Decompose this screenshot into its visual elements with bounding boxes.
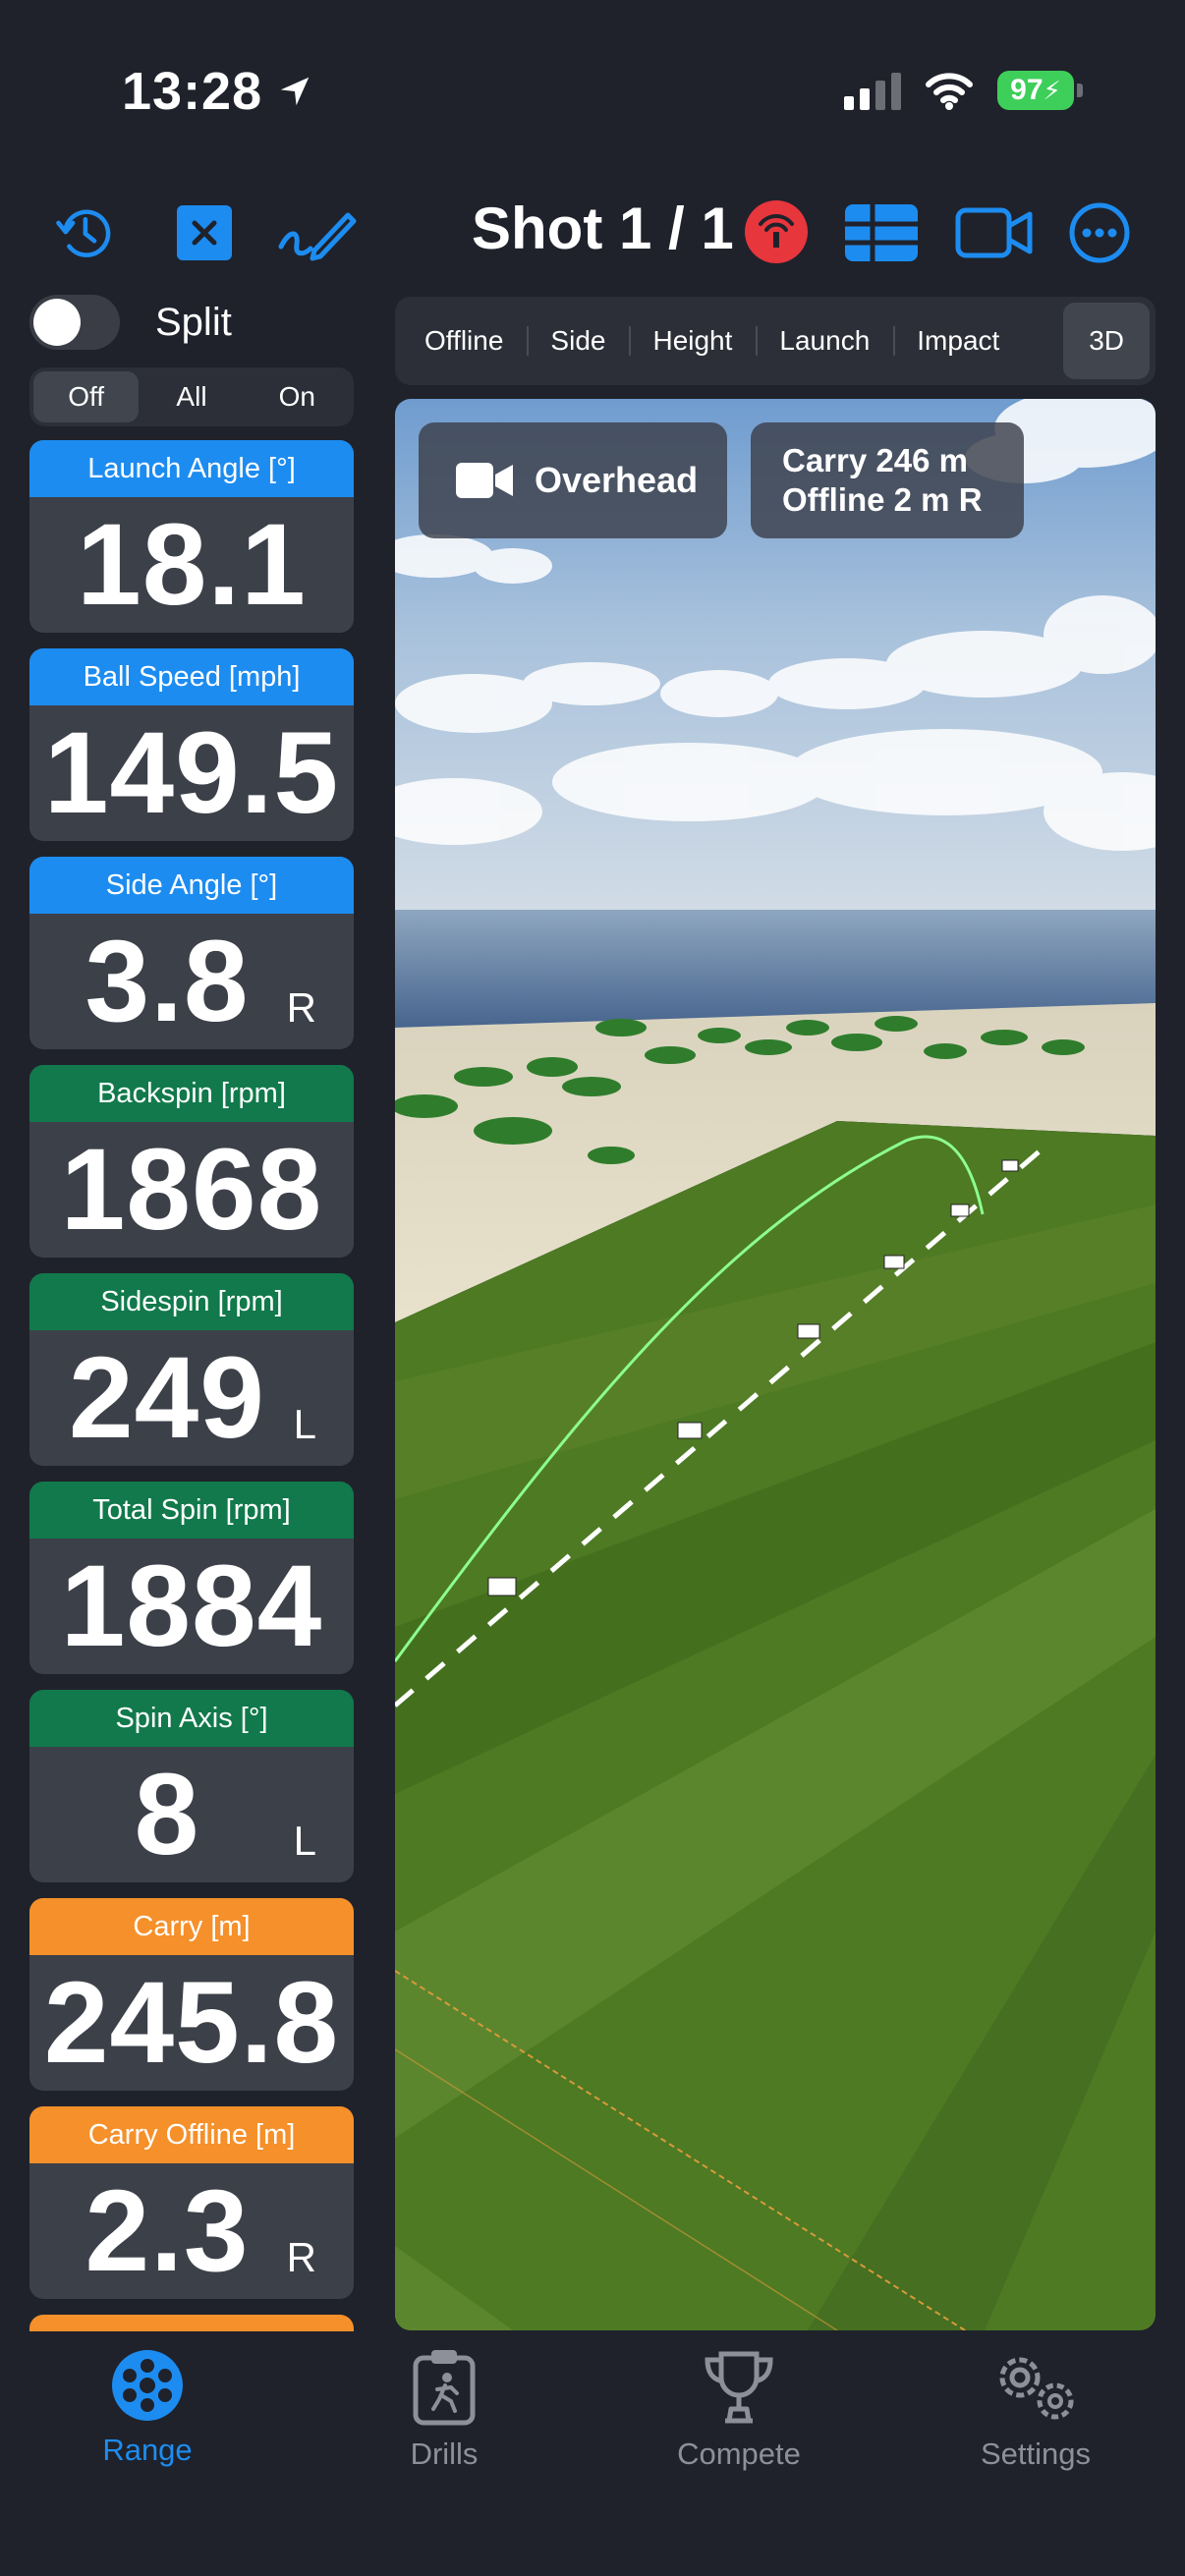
carry-summary: Carry 246 m bbox=[782, 442, 968, 478]
video-camera-icon bbox=[955, 207, 1033, 258]
metric-label: Launch Angle [°] bbox=[29, 440, 354, 497]
metric-label: Spin Axis [°] bbox=[29, 1690, 354, 1747]
metric-value: 2.3 bbox=[85, 2166, 250, 2296]
split-segmented-control: Off All On bbox=[29, 367, 354, 426]
launch-monitor-status-button[interactable] bbox=[745, 200, 808, 263]
table-icon bbox=[845, 204, 918, 261]
split-option-all[interactable]: All bbox=[139, 371, 244, 422]
metric-value: 245.8 bbox=[43, 1958, 340, 2088]
3d-range-view[interactable]: Overhead Carry 246 m Offline 2 m R bbox=[395, 399, 1156, 2330]
camera-view-label: Overhead bbox=[535, 460, 699, 500]
split-option-off[interactable]: Off bbox=[33, 371, 140, 422]
metric-value: 249 bbox=[69, 1333, 265, 1463]
history-button[interactable] bbox=[53, 201, 116, 264]
history-icon bbox=[56, 209, 111, 257]
tab-side[interactable]: Side bbox=[527, 303, 629, 379]
tab-range-label: Range bbox=[102, 2433, 193, 2467]
status-time: 13:28 bbox=[122, 61, 313, 122]
metric-card-ball-speed[interactable]: Ball Speed [mph] 149.5 bbox=[29, 648, 354, 841]
metric-direction: R bbox=[286, 2234, 316, 2280]
ellipsis-circle-icon bbox=[1069, 202, 1130, 263]
metric-card-backspin[interactable]: Backspin [rpm] 1868 bbox=[29, 1065, 354, 1258]
view-tabs: Offline Side Height Launch Impact 3D bbox=[395, 297, 1156, 385]
location-arrow-icon bbox=[280, 77, 310, 106]
metric-label: Sidespin [rpm] bbox=[29, 1273, 354, 1330]
shot-title: Shot 1 / 1 bbox=[472, 196, 734, 261]
metric-value: 3.8 bbox=[85, 917, 250, 1046]
gears-icon bbox=[999, 2357, 1074, 2420]
metric-card-spin-axis[interactable]: Spin Axis [°] 8 L bbox=[29, 1690, 354, 1882]
metric-card-launch-angle[interactable]: Launch Angle [°] 18.1 bbox=[29, 440, 354, 633]
split-label: Split bbox=[155, 300, 232, 344]
metric-direction: L bbox=[293, 1401, 316, 1447]
tab-3d[interactable]: 3D bbox=[1063, 303, 1150, 379]
metrics-list[interactable]: Launch Angle [°] 18.1 Ball Speed [mph] 1… bbox=[29, 440, 354, 2331]
shot-summary: Carry 246 m Offline 2 m R bbox=[751, 422, 1024, 538]
video-camera-icon bbox=[456, 463, 513, 498]
tab-drills[interactable]: Drills bbox=[346, 2348, 542, 2472]
metric-label: Side Angle [°] bbox=[29, 857, 354, 914]
tab-compete-label: Compete bbox=[677, 2436, 801, 2471]
metric-value: 1884 bbox=[60, 1541, 323, 1671]
pencil-scribble-icon bbox=[278, 212, 357, 261]
metric-card-total-spin[interactable]: Total Spin [rpm] 1884 bbox=[29, 1482, 354, 1674]
metric-label: Ball Speed [mph] bbox=[29, 648, 354, 705]
close-square-icon bbox=[177, 205, 232, 260]
table-view-button[interactable] bbox=[843, 201, 920, 264]
more-options-button[interactable] bbox=[1065, 201, 1134, 264]
metric-card-side-angle[interactable]: Side Angle [°] 3.8 R bbox=[29, 857, 354, 1049]
tab-launch[interactable]: Launch bbox=[756, 303, 893, 379]
offline-summary: Offline 2 m R bbox=[782, 481, 983, 518]
tab-height[interactable]: Height bbox=[629, 303, 756, 379]
metric-card-carry[interactable]: Carry [m] 245.8 bbox=[29, 1898, 354, 2091]
metric-label: Carry [m] bbox=[29, 1898, 354, 1955]
tab-range[interactable]: Range bbox=[49, 2348, 246, 2468]
tab-compete[interactable]: Compete bbox=[641, 2348, 837, 2472]
metric-label: Total Spin [rpm] bbox=[29, 1482, 354, 1539]
trophy-icon bbox=[705, 2351, 773, 2424]
metric-direction: L bbox=[293, 1818, 316, 1864]
metric-value: 149.5 bbox=[43, 708, 340, 838]
draw-button[interactable] bbox=[275, 201, 358, 264]
tab-settings-label: Settings bbox=[980, 2436, 1091, 2471]
wifi-icon bbox=[926, 73, 973, 110]
metric-value: 8 bbox=[134, 1750, 200, 1879]
video-button[interactable] bbox=[955, 201, 1034, 264]
metric-label: Backspin [rpm] bbox=[29, 1065, 354, 1122]
range-scene-image bbox=[395, 399, 1156, 2330]
battery-icon: 97 ⚡ bbox=[997, 71, 1083, 110]
clipboard-runner-icon bbox=[413, 2350, 476, 2426]
camera-view-button[interactable]: Overhead bbox=[419, 422, 727, 538]
status-indicators: 97 ⚡ bbox=[844, 71, 1083, 110]
delete-shot-button[interactable] bbox=[173, 201, 236, 264]
tab-settings[interactable]: Settings bbox=[937, 2348, 1134, 2472]
tab-impact[interactable]: Impact bbox=[893, 303, 1023, 379]
launch-monitor-icon bbox=[759, 214, 794, 248]
tab-drills-label: Drills bbox=[410, 2436, 479, 2471]
split-toggle[interactable] bbox=[29, 295, 120, 350]
metric-direction: R bbox=[286, 984, 316, 1031]
metric-card-next-peek bbox=[29, 2315, 354, 2331]
split-option-on[interactable]: On bbox=[245, 371, 350, 422]
metric-card-carry-offline[interactable]: Carry Offline [m] 2.3 R bbox=[29, 2106, 354, 2299]
golf-ball-range-icon bbox=[112, 2350, 183, 2421]
metric-value: 1868 bbox=[60, 1125, 323, 1255]
battery-level: 97 bbox=[1010, 74, 1044, 106]
metric-label: Carry Offline [m] bbox=[29, 2106, 354, 2163]
cellular-signal-icon bbox=[844, 71, 901, 110]
split-row: Split bbox=[29, 295, 232, 350]
metric-value: 18.1 bbox=[77, 500, 307, 630]
clock: 13:28 bbox=[122, 62, 263, 121]
tab-offline[interactable]: Offline bbox=[401, 303, 527, 379]
metric-card-sidespin[interactable]: Sidespin [rpm] 249 L bbox=[29, 1273, 354, 1466]
